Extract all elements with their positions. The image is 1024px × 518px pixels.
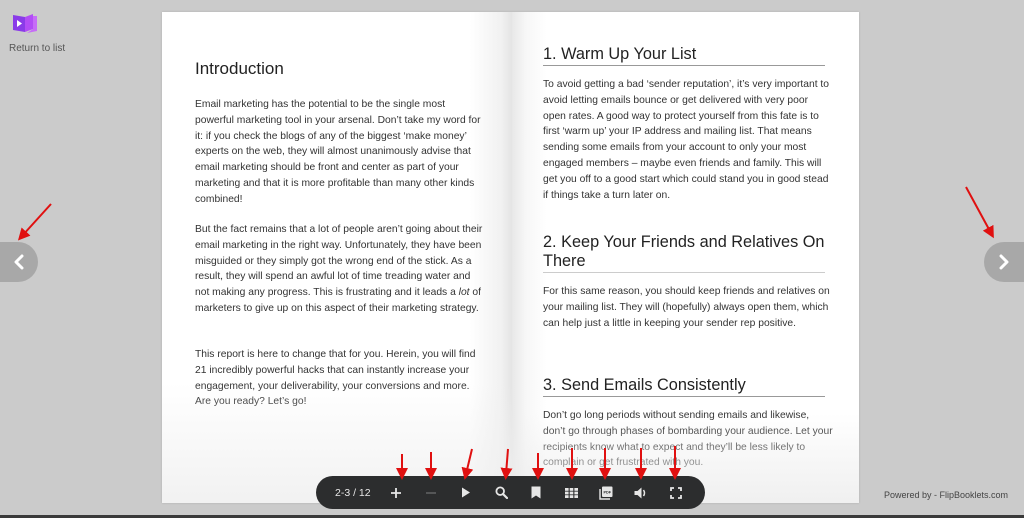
left-page[interactable]: Introduction Email marketing has the pot… — [162, 12, 512, 503]
minus-icon — [426, 491, 436, 494]
return-to-list-label: Return to list — [9, 43, 66, 54]
section-body: For this same reason, you should keep fr… — [543, 286, 830, 329]
flipbook-toolbar: 2-3 / 12 PDF — [316, 476, 705, 509]
zoom-out-button[interactable] — [418, 476, 444, 509]
emphasis-text: lot — [458, 287, 470, 299]
download-pdf-button[interactable]: PDF — [593, 476, 619, 509]
right-page[interactable]: 1. Warm Up Your List To avoid getting a … — [512, 12, 859, 503]
search-button[interactable] — [488, 476, 514, 509]
fullscreen-icon — [670, 486, 682, 499]
chevron-right-icon — [999, 254, 1009, 270]
page-counter: 2-3 / 12 — [335, 486, 371, 499]
volume-icon — [634, 487, 646, 498]
sound-button[interactable] — [628, 476, 654, 509]
thumbnails-button[interactable] — [558, 476, 584, 509]
page-title: Introduction — [195, 59, 284, 78]
section-heading: 2. Keep Your Friends and Relatives On Th… — [543, 233, 825, 273]
plus-icon — [391, 487, 401, 498]
paragraph: This report is here to change that for y… — [195, 349, 476, 408]
grid-icon — [564, 487, 578, 498]
autoplay-button[interactable] — [453, 476, 479, 509]
paragraph-text: But the fact remains that a lot of peopl… — [195, 224, 483, 299]
bookmark-icon — [531, 486, 541, 499]
paragraph: Email marketing has the potential to be … — [195, 99, 481, 205]
zoom-in-button[interactable] — [383, 476, 409, 509]
section-body: Don’t go long periods without sending em… — [543, 410, 833, 469]
section-body: To avoid getting a bad ‘sender reputatio… — [543, 79, 829, 201]
powered-by-link[interactable]: Powered by - FlipBooklets.com — [884, 490, 1008, 500]
section-heading: 3. Send Emails Consistently — [543, 376, 825, 397]
annotation-arrow — [965, 186, 994, 239]
next-page-button[interactable] — [984, 242, 1024, 282]
flipbook[interactable]: Introduction Email marketing has the pot… — [162, 12, 859, 503]
svg-text:PDF: PDF — [603, 490, 611, 494]
bookmark-button[interactable] — [523, 476, 549, 509]
book-play-icon — [13, 14, 37, 33]
paragraph: But the fact remains that a lot of peopl… — [195, 222, 485, 317]
search-icon — [494, 486, 508, 499]
pdf-icon: PDF — [599, 486, 613, 500]
section-heading: 1. Warm Up Your List — [543, 45, 825, 66]
annotation-arrow — [17, 203, 52, 241]
chevron-left-icon — [14, 254, 24, 270]
previous-page-button[interactable] — [0, 242, 38, 282]
play-icon — [462, 487, 470, 498]
fullscreen-button[interactable] — [663, 476, 689, 509]
